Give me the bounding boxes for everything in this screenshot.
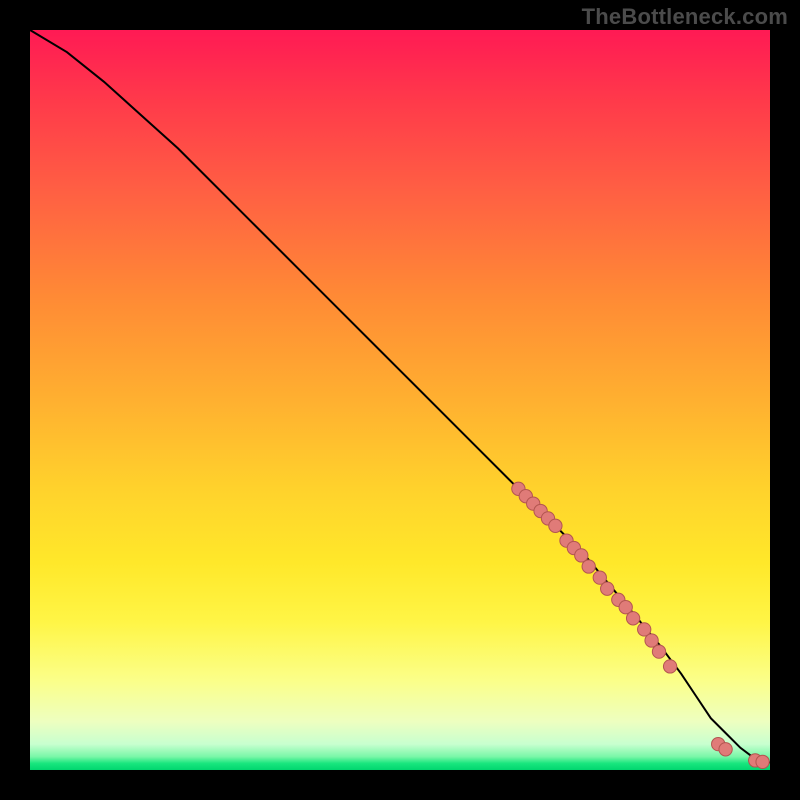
chart-frame: TheBottleneck.com bbox=[0, 0, 800, 800]
data-point-marker bbox=[549, 519, 562, 532]
plot-area bbox=[30, 30, 770, 770]
watermark-text: TheBottleneck.com bbox=[582, 4, 788, 30]
data-point-marker bbox=[582, 560, 595, 573]
data-point-marker bbox=[719, 743, 732, 756]
data-point-marker bbox=[663, 660, 676, 673]
markers-group bbox=[512, 482, 770, 768]
chart-svg bbox=[30, 30, 770, 770]
data-point-marker bbox=[601, 582, 614, 595]
data-point-marker bbox=[652, 645, 665, 658]
data-point-marker bbox=[626, 612, 639, 625]
data-point-marker bbox=[756, 755, 769, 768]
